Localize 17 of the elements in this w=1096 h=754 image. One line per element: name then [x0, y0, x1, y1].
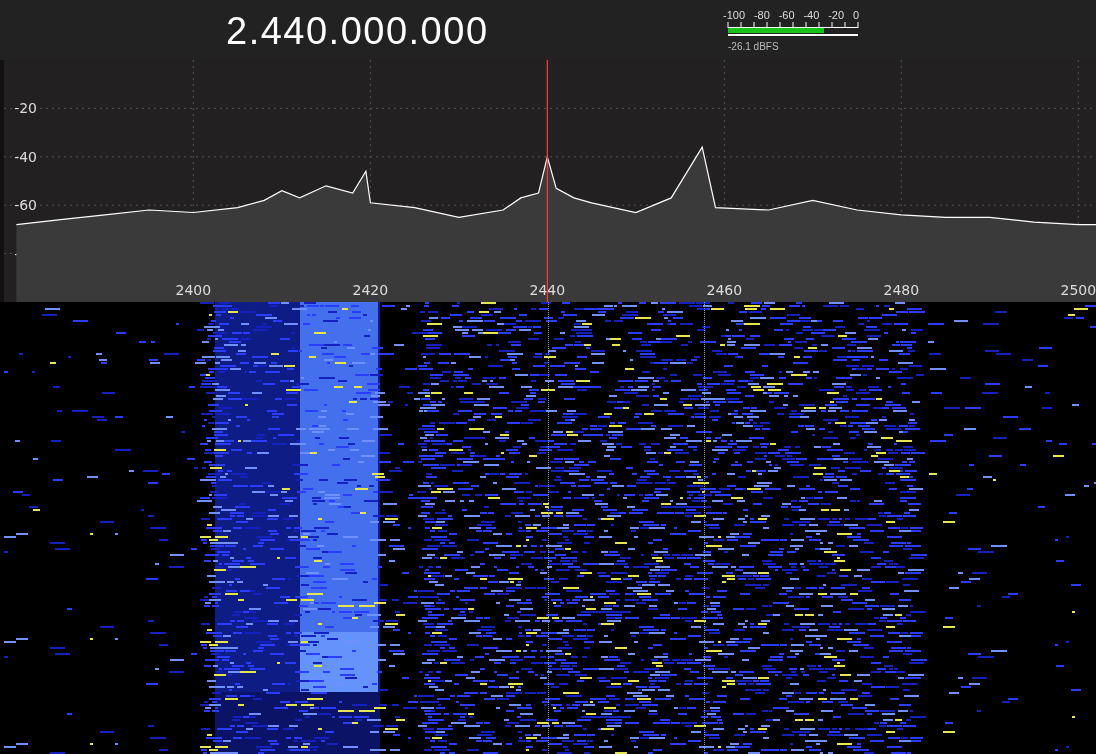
meter-scale-label: -60	[778, 10, 795, 21]
y-axis-label: -40	[14, 148, 37, 165]
level-reading: -26.1 dBFS	[728, 40, 780, 54]
frequency-display[interactable]: 2.440.000.000	[0, 0, 723, 60]
x-axis-label: 2420	[352, 282, 389, 298]
x-axis-label: 2500	[1060, 282, 1096, 298]
meter-scale-label: -100	[723, 10, 746, 21]
center-marker-line[interactable]	[546, 60, 548, 302]
meter-scale-label: 0	[852, 10, 859, 21]
x-axis-label: 2480	[883, 282, 920, 298]
meter-scale-label: -40	[803, 10, 820, 21]
y-axis-label: -20	[14, 100, 37, 117]
meter-scale-label: -80	[753, 10, 770, 21]
x-axis-label: 2400	[175, 282, 212, 298]
x-axis-label: 2460	[706, 282, 743, 298]
meter-scale-label: -20	[828, 10, 845, 21]
y-axis-label: -60	[14, 197, 37, 214]
